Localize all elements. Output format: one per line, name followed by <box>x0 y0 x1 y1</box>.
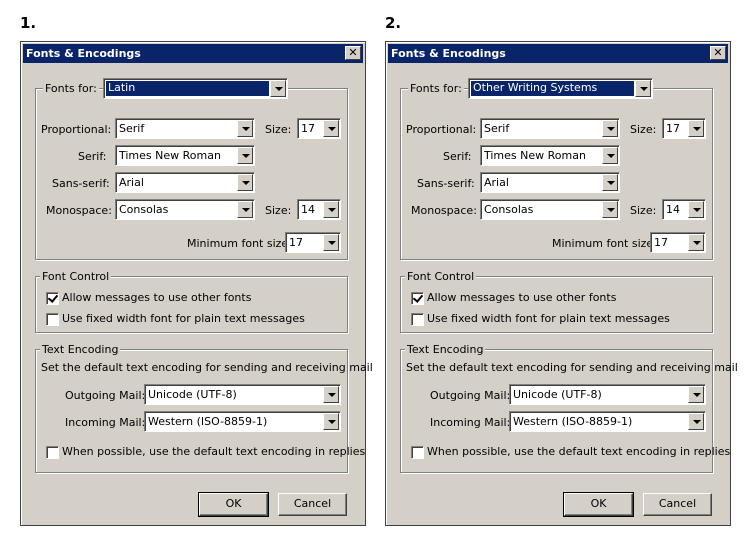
proportional-select[interactable]: Serif <box>480 118 620 139</box>
size-select-mono[interactable]: 14 <box>297 199 341 220</box>
serif-label: Serif: <box>78 150 107 163</box>
ok-button[interactable]: OK <box>563 492 634 517</box>
fonts-for-select[interactable]: Other Writing Systems <box>468 78 653 99</box>
allow-fonts-label: Allow messages to use other fonts <box>62 291 252 304</box>
fixed-width-checkbox[interactable] <box>46 313 59 326</box>
chevron-down-icon[interactable] <box>323 201 339 218</box>
proportional-label: Proportional: <box>41 123 112 136</box>
step-label-2: 2. <box>385 14 402 32</box>
sans-serif-select[interactable]: Arial <box>480 172 620 193</box>
chevron-down-icon[interactable] <box>602 201 618 218</box>
incoming-mail-label: Incoming Mail: <box>65 416 146 429</box>
text-encoding-legend: Text Encoding <box>40 343 121 356</box>
fixed-width-label: Use fixed width font for plain text mess… <box>427 312 670 325</box>
serif-select[interactable]: Times New Roman <box>480 145 620 166</box>
min-font-size-select[interactable]: 17 <box>650 232 706 253</box>
chevron-down-icon[interactable] <box>323 120 339 137</box>
monospace-label: Monospace: <box>46 204 112 217</box>
proportional-label: Proportional: <box>406 123 477 136</box>
outgoing-mail-label: Outgoing Mail: <box>65 389 146 402</box>
size-select[interactable]: 17 <box>297 118 341 139</box>
sans-serif-label: Sans-serif: <box>52 177 110 190</box>
step-label-1: 1. <box>20 14 37 32</box>
size-select-mono[interactable]: 14 <box>662 199 706 220</box>
chevron-down-icon[interactable] <box>688 234 704 251</box>
outgoing-mail-select[interactable]: Unicode (UTF-8) <box>509 384 706 405</box>
allow-fonts-checkbox[interactable] <box>46 292 59 305</box>
font-control-legend: Font Control <box>405 270 477 283</box>
close-icon[interactable]: ✕ <box>710 46 726 60</box>
outgoing-mail-label: Outgoing Mail: <box>430 389 511 402</box>
chevron-down-icon[interactable] <box>237 174 253 191</box>
when-possible-label: When possible, use the default text enco… <box>62 445 366 458</box>
dialog-titlebar: Fonts & Encodings ✕ <box>388 44 728 63</box>
size-select[interactable]: 17 <box>662 118 706 139</box>
close-icon[interactable]: ✕ <box>345 46 361 60</box>
incoming-mail-select[interactable]: Western (ISO-8859-1) <box>144 411 341 432</box>
chevron-down-icon[interactable] <box>323 386 339 403</box>
chevron-down-icon[interactable] <box>270 80 286 97</box>
chevron-down-icon[interactable] <box>323 234 339 251</box>
min-font-size-label: Minimum font size: <box>187 237 292 250</box>
text-encoding-desc: Set the default text encoding for sendin… <box>41 361 373 374</box>
chevron-down-icon[interactable] <box>237 201 253 218</box>
when-possible-checkbox[interactable] <box>46 446 59 459</box>
size-label-mono: Size: <box>630 204 657 217</box>
text-encoding-legend: Text Encoding <box>405 343 486 356</box>
fonts-for-select[interactable]: Latin <box>103 78 288 99</box>
cancel-button[interactable]: Cancel <box>278 493 347 516</box>
chevron-down-icon[interactable] <box>635 80 651 97</box>
chevron-down-icon[interactable] <box>602 120 618 137</box>
fonts-for-label: Fonts for: <box>408 82 464 96</box>
chevron-down-icon[interactable] <box>237 120 253 137</box>
ok-button[interactable]: OK <box>198 492 269 517</box>
fixed-width-label: Use fixed width font for plain text mess… <box>62 312 305 325</box>
chevron-down-icon[interactable] <box>602 174 618 191</box>
allow-fonts-checkbox[interactable] <box>411 292 424 305</box>
min-font-size-label: Minimum font size: <box>552 237 657 250</box>
size-label-mono: Size: <box>265 204 292 217</box>
sans-serif-select[interactable]: Arial <box>115 172 255 193</box>
incoming-mail-select[interactable]: Western (ISO-8859-1) <box>509 411 706 432</box>
chevron-down-icon[interactable] <box>602 147 618 164</box>
fonts-encodings-dialog-2: Fonts & Encodings ✕ Fonts for: Other Wri… <box>385 41 738 526</box>
chevron-down-icon[interactable] <box>237 147 253 164</box>
size-label: Size: <box>265 123 292 136</box>
min-font-size-select[interactable]: 17 <box>285 232 341 253</box>
when-possible-label: When possible, use the default text enco… <box>427 445 731 458</box>
incoming-mail-label: Incoming Mail: <box>430 416 511 429</box>
dialog-title: Fonts & Encodings <box>26 47 141 60</box>
size-label: Size: <box>630 123 657 136</box>
dialog-title: Fonts & Encodings <box>391 47 506 60</box>
font-control-legend: Font Control <box>40 270 112 283</box>
serif-label: Serif: <box>443 150 472 163</box>
chevron-down-icon[interactable] <box>688 120 704 137</box>
monospace-select[interactable]: Consolas <box>480 199 620 220</box>
dialog-titlebar: Fonts & Encodings ✕ <box>23 44 363 63</box>
sans-serif-label: Sans-serif: <box>417 177 475 190</box>
serif-select[interactable]: Times New Roman <box>115 145 255 166</box>
allow-fonts-label: Allow messages to use other fonts <box>427 291 617 304</box>
monospace-select[interactable]: Consolas <box>115 199 255 220</box>
chevron-down-icon[interactable] <box>688 201 704 218</box>
monospace-label: Monospace: <box>411 204 477 217</box>
cancel-button[interactable]: Cancel <box>643 493 712 516</box>
outgoing-mail-select[interactable]: Unicode (UTF-8) <box>144 384 341 405</box>
fonts-for-label: Fonts for: <box>43 82 99 96</box>
text-encoding-desc: Set the default text encoding for sendin… <box>406 361 738 374</box>
chevron-down-icon[interactable] <box>323 413 339 430</box>
fonts-encodings-dialog-1: Fonts & Encodings ✕ Fonts for: Latin Pro… <box>20 41 373 526</box>
chevron-down-icon[interactable] <box>688 386 704 403</box>
when-possible-checkbox[interactable] <box>411 446 424 459</box>
chevron-down-icon[interactable] <box>688 413 704 430</box>
fixed-width-checkbox[interactable] <box>411 313 424 326</box>
proportional-select[interactable]: Serif <box>115 118 255 139</box>
